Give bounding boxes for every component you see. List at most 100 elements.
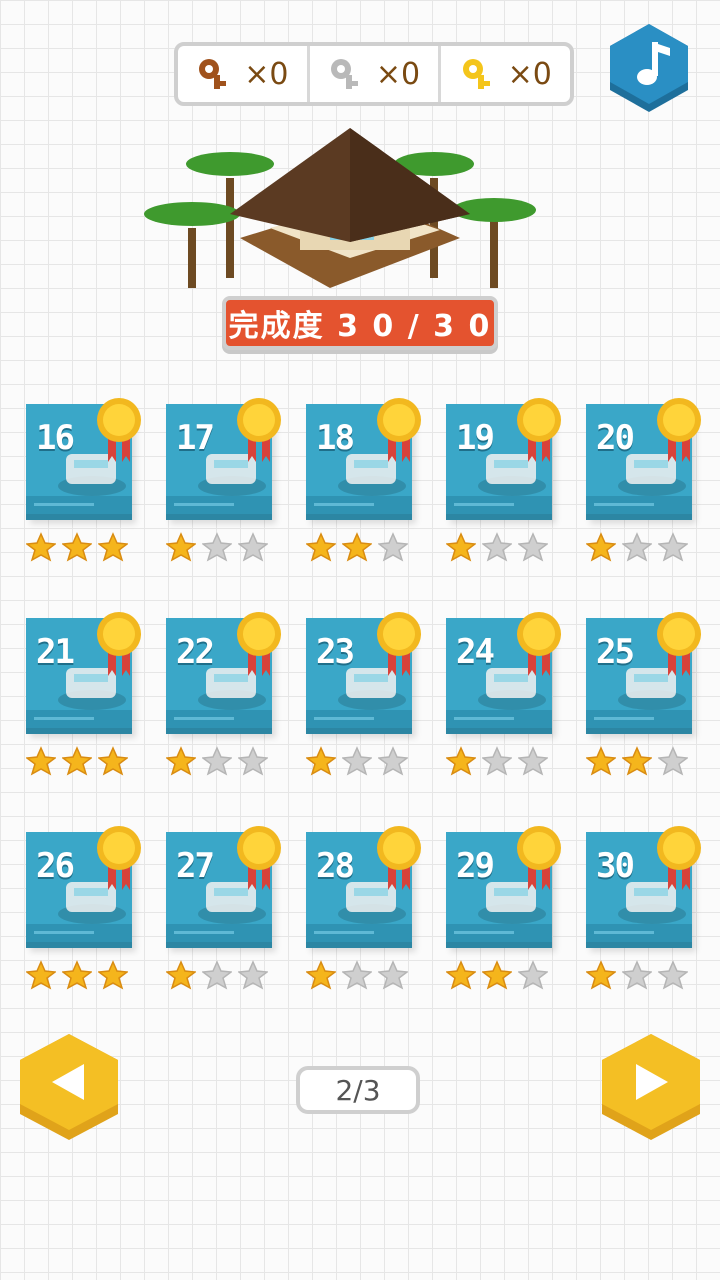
star-icon <box>342 532 372 562</box>
level-number: 26 <box>36 846 75 886</box>
star-icon <box>446 532 476 562</box>
star-icon <box>482 532 512 562</box>
star-icon <box>586 960 616 990</box>
star-icon <box>166 746 196 776</box>
card-footer <box>306 496 412 514</box>
star-icon <box>98 532 128 562</box>
level-tile[interactable]: 22 <box>166 612 281 778</box>
completion-progress-banner: 完成度 3 0 / 3 0 <box>222 296 498 350</box>
page-indicator: 2/3 <box>296 1066 420 1114</box>
star-icon <box>586 746 616 776</box>
level-number: 29 <box>456 846 495 886</box>
level-number: 25 <box>596 632 635 672</box>
level-number: 27 <box>176 846 215 886</box>
page-indicator-label: 2/3 <box>335 1073 381 1107</box>
card-footer <box>26 710 132 728</box>
star-icon <box>658 746 688 776</box>
level-tile[interactable]: 20 <box>586 398 701 564</box>
star-rating <box>26 960 136 990</box>
star-icon <box>62 746 92 776</box>
star-icon <box>446 746 476 776</box>
gold-medal-icon <box>237 826 281 890</box>
star-icon <box>482 746 512 776</box>
card-footer <box>166 496 272 514</box>
star-rating <box>586 960 696 990</box>
star-icon <box>658 960 688 990</box>
silver-key-count: ×0 <box>375 56 421 92</box>
level-number: 24 <box>456 632 495 672</box>
level-tile[interactable]: 26 <box>26 826 141 992</box>
level-tile[interactable]: 28 <box>306 826 421 992</box>
star-icon <box>306 746 336 776</box>
star-icon <box>622 532 652 562</box>
star-icon <box>518 746 548 776</box>
silver-key-icon <box>330 59 358 89</box>
card-footer <box>446 924 552 942</box>
star-icon <box>202 532 232 562</box>
gold-medal-icon <box>377 612 421 676</box>
star-rating <box>26 532 136 562</box>
star-icon <box>62 532 92 562</box>
star-icon <box>98 746 128 776</box>
star-icon <box>26 532 56 562</box>
star-icon <box>238 746 268 776</box>
star-icon <box>166 532 196 562</box>
level-number: 28 <box>316 846 355 886</box>
level-number: 20 <box>596 418 635 458</box>
gold-medal-icon <box>657 612 701 676</box>
star-icon <box>342 960 372 990</box>
card-footer <box>586 924 692 942</box>
gold-medal-icon <box>657 826 701 890</box>
star-icon <box>342 746 372 776</box>
star-icon <box>62 960 92 990</box>
card-footer <box>306 710 412 728</box>
star-icon <box>26 746 56 776</box>
star-rating <box>306 746 416 776</box>
star-icon <box>202 746 232 776</box>
bronze-key-icon <box>199 59 227 89</box>
star-icon <box>378 960 408 990</box>
key-counter-bar: ×0 ×0 ×0 <box>174 42 574 106</box>
level-tile[interactable]: 29 <box>446 826 561 992</box>
card-footer <box>586 710 692 728</box>
star-rating <box>306 960 416 990</box>
star-icon <box>202 960 232 990</box>
level-tile[interactable]: 24 <box>446 612 561 778</box>
gold-medal-icon <box>517 398 561 462</box>
previous-page-button[interactable] <box>14 1030 124 1150</box>
card-footer <box>166 710 272 728</box>
gold-key-count: ×0 <box>507 56 552 92</box>
star-icon <box>658 532 688 562</box>
gold-medal-icon <box>517 612 561 676</box>
star-icon <box>586 532 616 562</box>
gold-medal-icon <box>517 826 561 890</box>
star-rating <box>166 746 276 776</box>
star-rating <box>26 746 136 776</box>
level-tile[interactable]: 23 <box>306 612 421 778</box>
level-number: 30 <box>596 846 635 886</box>
next-page-button[interactable] <box>596 1030 706 1150</box>
star-icon <box>482 960 512 990</box>
level-tile[interactable]: 16 <box>26 398 141 564</box>
level-tile[interactable]: 27 <box>166 826 281 992</box>
music-toggle-button[interactable] <box>606 20 692 116</box>
level-tile[interactable]: 17 <box>166 398 281 564</box>
star-rating <box>586 532 696 562</box>
star-icon <box>378 532 408 562</box>
star-rating <box>446 960 556 990</box>
level-number: 17 <box>176 418 215 458</box>
star-icon <box>446 960 476 990</box>
level-tile[interactable]: 18 <box>306 398 421 564</box>
level-tile[interactable]: 25 <box>586 612 701 778</box>
star-icon <box>306 960 336 990</box>
star-icon <box>238 960 268 990</box>
star-rating <box>446 532 556 562</box>
level-tile[interactable]: 30 <box>586 826 701 992</box>
star-rating <box>166 532 276 562</box>
level-tile[interactable]: 19 <box>446 398 561 564</box>
bronze-key-count: ×0 <box>244 56 289 92</box>
star-rating <box>446 746 556 776</box>
star-icon <box>518 960 548 990</box>
level-tile[interactable]: 21 <box>26 612 141 778</box>
card-footer <box>26 924 132 942</box>
